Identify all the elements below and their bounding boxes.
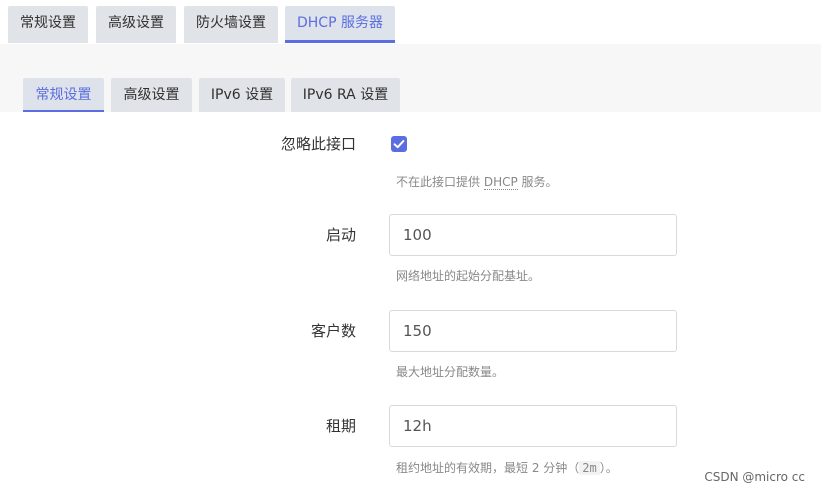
limit-help: 最大地址分配数量。 xyxy=(396,365,505,379)
help-text: ）。 xyxy=(599,461,618,475)
subtab-ipv6-ra-settings[interactable]: IPv6 RA 设置 xyxy=(291,78,400,113)
tab-advanced-settings[interactable]: 高级设置 xyxy=(96,6,176,43)
leasetime-help: 租约地址的有效期，最短 2 分钟（ 2m）。 xyxy=(396,459,618,476)
watermark: CSDN @micro cc xyxy=(704,470,805,484)
subtab-advanced-settings[interactable]: 高级设置 xyxy=(111,78,192,113)
ignore-interface-checkbox[interactable] xyxy=(391,136,407,152)
ignore-interface-label: 忽略此接口 xyxy=(280,135,356,153)
leasetime-label: 租期 xyxy=(325,417,356,435)
help-text: 租约地址的有效期，最短 2 分钟（ xyxy=(396,461,580,475)
tab-firewall-settings[interactable]: 防火墙设置 xyxy=(184,6,278,43)
subtab-general-settings[interactable]: 常规设置 xyxy=(23,78,104,113)
top-tab-bar: 常规设置 高级设置 防火墙设置 DHCP 服务器 xyxy=(0,0,821,44)
limit-input[interactable] xyxy=(389,310,677,352)
leasetime-input[interactable] xyxy=(389,405,677,447)
checkmark-icon xyxy=(393,140,405,149)
help-text: 服务。 xyxy=(517,175,558,189)
tab-dhcp-server[interactable]: DHCP 服务器 xyxy=(285,6,395,43)
limit-label: 客户数 xyxy=(310,322,356,340)
help-text: 不在此接口提供 xyxy=(396,175,484,189)
start-label: 启动 xyxy=(325,226,356,244)
ignore-interface-help: 不在此接口提供 DHCP 服务。 xyxy=(396,173,558,190)
dhcp-abbr: DHCP xyxy=(483,175,518,190)
tab-general-settings[interactable]: 常规设置 xyxy=(8,6,88,43)
subtab-ipv6-settings[interactable]: IPv6 设置 xyxy=(199,78,285,113)
duration-code: 2m xyxy=(579,461,600,475)
start-input[interactable] xyxy=(389,214,677,256)
start-help: 网络地址的起始分配基址。 xyxy=(396,269,541,283)
